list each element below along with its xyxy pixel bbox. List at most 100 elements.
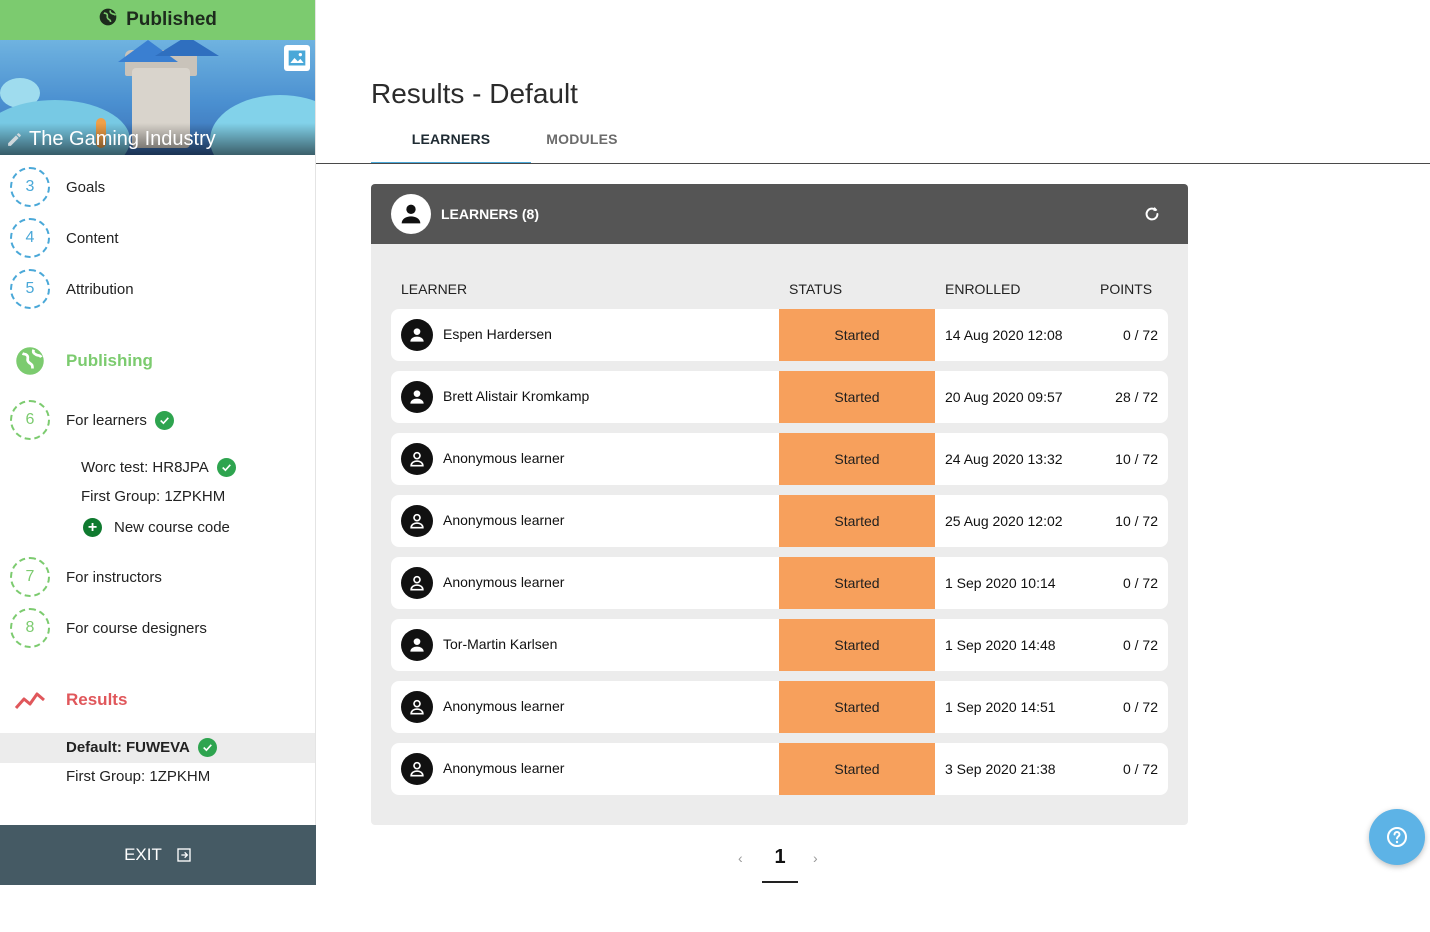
course-code-worc-test[interactable]: Worc test: HR8JPA [81, 458, 236, 477]
person-icon [401, 505, 433, 537]
check-circle-icon [216, 458, 236, 477]
pencil-icon [8, 133, 21, 146]
learners-panel-title: LEARNERS (8) [441, 206, 540, 222]
app-root: Published The Gaming Industry 3 Goals 4 … [0, 0, 1430, 932]
person-icon [401, 629, 433, 661]
learner-name: Brett Alistair Kromkamp [443, 388, 590, 404]
person-icon [391, 194, 431, 234]
pagination-active-underline [762, 881, 798, 883]
course-code-label: First Group: 1ZPKHM [81, 488, 226, 505]
results-item-label: Default: FUWEVA [66, 739, 190, 756]
nav-step-label: For instructors [66, 568, 162, 586]
learner-row[interactable]: Espen Hardersen Started 14 Aug 2020 12:08 0… [391, 309, 1168, 361]
enrolled-date: 3 Sep 2020 21:38 [945, 761, 1056, 777]
plus-circle-icon: + [83, 518, 102, 537]
column-header-learner[interactable]: LEARNER [401, 281, 467, 297]
publishing-section-header[interactable]: Publishing [0, 341, 315, 381]
learner-row[interactable]: Anonymous learner Started 1 Sep 2020 10:14… [391, 557, 1168, 609]
check-circle-icon [154, 410, 174, 430]
pagination-current-page[interactable]: 1 [762, 846, 798, 869]
nav-step-for-instructors[interactable]: 7 For instructors [0, 555, 315, 599]
person-icon [401, 443, 433, 475]
course-code-first-group[interactable]: First Group: 1ZPKHM [81, 488, 225, 505]
trend-line-icon [14, 684, 46, 716]
learner-row[interactable]: Brett Alistair Kromkamp Started 20 Aug 202… [391, 371, 1168, 423]
course-title-text: The Gaming Industry [29, 128, 216, 150]
person-icon [401, 567, 433, 599]
nav-step-label: Goals [66, 178, 106, 196]
learner-name: Anonymous learner [443, 574, 565, 590]
nav-step-attribution[interactable]: 5 Attribution [0, 267, 315, 311]
learner-row[interactable]: Anonymous learner Started 3 Sep 2020 21:38… [391, 743, 1168, 795]
pagination-prev-button[interactable]: ‹ [738, 850, 743, 866]
exit-button[interactable]: EXIT [0, 825, 316, 885]
step-number-badge: 4 [10, 218, 50, 258]
column-header-status[interactable]: STATUS [789, 281, 842, 297]
results-section-header[interactable]: Results [0, 680, 315, 720]
tab-learners[interactable]: LEARNERS [371, 128, 531, 164]
learners-panel-header: LEARNERS (8) [371, 184, 1188, 244]
page-title: Results - Default [371, 78, 578, 109]
learner-name: Tor-Martin Karlsen [443, 636, 558, 652]
enrolled-date: 20 Aug 2020 09:57 [945, 389, 1063, 405]
nav-step-label: For course designers [66, 619, 207, 637]
status-badge: Started [779, 619, 935, 671]
learner-row[interactable]: Anonymous learner Started 25 Aug 2020 12:0… [391, 495, 1168, 547]
publishing-heading: Publishing [66, 351, 153, 370]
step-number-badge: 5 [10, 269, 50, 309]
pagination-next-button[interactable]: › [813, 850, 818, 866]
status-badge: Started [779, 433, 935, 485]
change-image-button[interactable] [284, 45, 310, 71]
tab-modules[interactable]: MODULES [531, 128, 633, 164]
enrolled-date: 25 Aug 2020 12:02 [945, 513, 1063, 529]
new-course-code-label: New course code [114, 519, 230, 536]
image-icon [288, 50, 306, 66]
learner-name: Anonymous learner [443, 698, 565, 714]
step-number-badge: 3 [10, 167, 50, 207]
learner-row[interactable]: Tor-Martin Karlsen Started 1 Sep 2020 14:4… [391, 619, 1168, 671]
results-item-first-group[interactable]: First Group: 1ZPKHM [66, 768, 210, 785]
nav-step-label-wrap: For learners [66, 410, 174, 430]
new-course-code-button[interactable]: + New course code [83, 518, 230, 537]
nav-step-content[interactable]: 4 Content [0, 216, 315, 260]
points-value: 0 / 72 [1122, 761, 1158, 777]
exit-icon [177, 848, 191, 862]
points-value: 0 / 72 [1122, 327, 1158, 343]
status-badge: Started [779, 681, 935, 733]
globe-icon [14, 345, 46, 377]
enrolled-date: 1 Sep 2020 14:51 [945, 699, 1056, 715]
column-header-enrolled[interactable]: ENROLLED [945, 281, 1020, 297]
results-item-default[interactable]: Default: FUWEVA [66, 738, 217, 757]
check-circle-icon [197, 738, 217, 757]
step-number-badge: 8 [10, 608, 50, 648]
enrolled-date: 24 Aug 2020 13:32 [945, 451, 1063, 467]
published-banner[interactable]: Published [0, 0, 315, 40]
nav-step-for-course-designers[interactable]: 8 For course designers [0, 606, 315, 650]
person-icon [401, 753, 433, 785]
learner-row[interactable]: Anonymous learner Started 1 Sep 2020 14:51… [391, 681, 1168, 733]
results-item-label: First Group: 1ZPKHM [66, 768, 211, 785]
status-badge: Started [779, 557, 935, 609]
nav-step-goals[interactable]: 3 Goals [0, 165, 315, 209]
learner-name: Anonymous learner [443, 512, 565, 528]
step-number-badge: 6 [10, 400, 50, 440]
refresh-icon[interactable] [1142, 204, 1162, 224]
status-badge: Started [779, 495, 935, 547]
course-title[interactable]: The Gaming Industry [6, 128, 216, 151]
person-icon [401, 691, 433, 723]
nav-step-label: Content [66, 229, 119, 247]
learner-row[interactable]: Anonymous learner Started 24 Aug 2020 13:3… [391, 433, 1168, 485]
step-number-badge: 7 [10, 557, 50, 597]
column-header-points[interactable]: POINTS [1100, 281, 1152, 297]
nav-step-label: Attribution [66, 280, 134, 298]
status-badge: Started [779, 743, 935, 795]
course-code-label: Worc test: HR8JPA [81, 459, 209, 476]
sidebar: Published The Gaming Industry 3 Goals 4 … [0, 0, 316, 885]
points-value: 28 / 72 [1115, 389, 1158, 405]
enrolled-date: 14 Aug 2020 12:08 [945, 327, 1063, 343]
published-label: Published [126, 9, 217, 30]
nav-step-label: For learners [66, 411, 147, 429]
help-button[interactable] [1369, 809, 1425, 865]
tab-divider [316, 163, 1430, 164]
nav-step-for-learners[interactable]: 6 For learners [0, 398, 315, 442]
